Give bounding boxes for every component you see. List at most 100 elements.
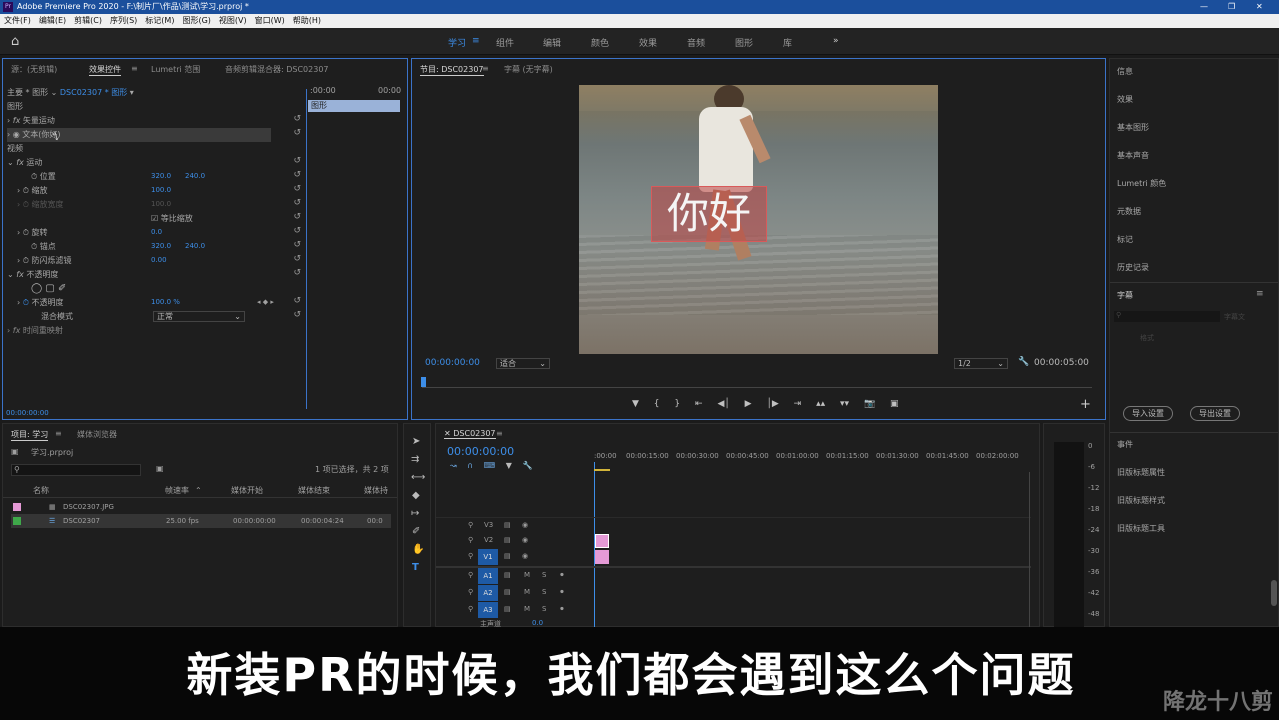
track-select-tool-icon[interactable]: ⇉ xyxy=(411,454,419,465)
ripple-edit-tool-icon[interactable]: ⟷ xyxy=(411,472,425,483)
time-remap-row[interactable]: › fx 时间重映射 xyxy=(7,324,63,338)
list-item[interactable]: ▦ DSC02307.JPG xyxy=(3,500,397,514)
header-media-start[interactable]: 媒体开始 xyxy=(231,484,263,498)
panel-item-info[interactable]: 信息 xyxy=(1117,66,1133,77)
workspace-color[interactable]: 颜色 xyxy=(591,36,609,49)
tab-timeline[interactable]: ✕ DSC02307 xyxy=(444,429,496,439)
motion-row[interactable]: ⌄ fx 运动 xyxy=(7,156,42,170)
list-item[interactable]: ☰ DSC02307 25.00 fps 00:00:00:00 00:00:0… xyxy=(11,514,391,528)
rect-mask-icon[interactable]: ▢ xyxy=(45,283,54,294)
workspace-assembly[interactable]: 组件 xyxy=(496,36,514,49)
lock-icon[interactable]: ⚲ xyxy=(468,536,473,544)
film-icon[interactable]: ▤ xyxy=(504,571,511,579)
position-y-value[interactable]: 240.0 xyxy=(185,172,205,180)
tab-source[interactable]: 源：(无剪辑) xyxy=(11,64,57,75)
close-icon[interactable]: ✕ xyxy=(1256,0,1263,14)
panel-menu-icon[interactable]: ≡ xyxy=(496,429,503,438)
mute-icon[interactable]: M xyxy=(524,605,530,613)
time-ruler[interactable]: :00:00 00:00:15:00 00:00:30:00 00:00:45:… xyxy=(594,452,1034,472)
program-video-frame[interactable]: 你好 xyxy=(579,85,938,354)
step-back-icon[interactable]: ◀│ xyxy=(717,399,729,409)
project-search-input[interactable]: ⚲ xyxy=(11,464,141,476)
effect-controls-timecode[interactable]: 00:00:00:00 xyxy=(6,409,49,417)
track-label[interactable]: A1 xyxy=(478,568,498,584)
anchor-y-value[interactable]: 240.0 xyxy=(185,242,205,250)
keyframe-divider[interactable] xyxy=(306,89,307,409)
position-x-value[interactable]: 320.0 xyxy=(151,172,171,180)
uniform-scale-checkbox[interactable]: ☑ 等比缩放 xyxy=(151,212,193,226)
track-label[interactable]: A2 xyxy=(478,585,498,601)
workspace-menu-icon[interactable]: ≡ xyxy=(472,36,480,46)
film-icon[interactable]: ▤ xyxy=(504,552,511,560)
reset-icon[interactable]: ↺ xyxy=(293,240,301,250)
rotation-value[interactable]: 0.0 xyxy=(151,228,162,236)
panel-item-lumetri-color[interactable]: Lumetri 颜色 xyxy=(1117,178,1166,189)
panel-item-metadata[interactable]: 元数据 xyxy=(1117,206,1141,217)
reset-icon[interactable]: ↺ xyxy=(293,310,301,320)
menu-markers[interactable]: 标记(M) xyxy=(145,16,174,25)
menu-help[interactable]: 帮助(H) xyxy=(293,16,321,25)
film-icon[interactable]: ▤ xyxy=(504,605,511,613)
restore-icon[interactable]: ❐ xyxy=(1228,0,1235,14)
program-timecode[interactable]: 00:00:00:00 xyxy=(425,358,480,368)
menu-sequence[interactable]: 序列(S) xyxy=(110,16,137,25)
panel-item-effects[interactable]: 效果 xyxy=(1117,94,1133,105)
track-label[interactable]: V1 xyxy=(478,549,498,565)
workspace-libraries[interactable]: 库 xyxy=(783,36,792,49)
workspace-effects[interactable]: 效果 xyxy=(639,36,657,49)
antiflicker-value[interactable]: 0.00 xyxy=(151,256,167,264)
blend-mode-select[interactable]: 正常 ⌄ xyxy=(153,311,245,322)
reset-icon[interactable]: ↺ xyxy=(293,114,301,124)
reset-icon[interactable]: ↺ xyxy=(293,212,301,222)
step-forward-icon[interactable]: │▶ xyxy=(766,399,778,409)
mic-icon[interactable]: ⚫ xyxy=(559,605,565,613)
tab-effect-controls[interactable]: 效果控件 xyxy=(89,64,121,76)
fit-select[interactable]: 适合 ⌄ xyxy=(496,358,550,369)
master-volume[interactable]: 0.0 xyxy=(532,619,543,627)
pen-tool-icon[interactable]: ✐ xyxy=(412,526,420,537)
mic-icon[interactable]: ⚫ xyxy=(559,588,565,596)
menu-edit[interactable]: 编辑(E) xyxy=(39,16,66,25)
extract-icon[interactable]: ▾▾ xyxy=(840,399,849,409)
home-icon[interactable]: ⌂ xyxy=(11,34,19,49)
header-media-duration[interactable]: 媒体持 xyxy=(364,484,388,498)
eye-icon[interactable]: ◉ xyxy=(522,536,528,544)
opacity-value[interactable]: 100.0 % xyxy=(151,298,180,306)
minimize-icon[interactable]: — xyxy=(1200,0,1208,14)
anchor-x-value[interactable]: 320.0 xyxy=(151,242,171,250)
panel-item-markers[interactable]: 标记 xyxy=(1117,234,1133,245)
panel-item-essential-sound[interactable]: 基本声音 xyxy=(1117,150,1149,161)
tab-project[interactable]: 项目: 学习 xyxy=(11,429,49,441)
panel-item-legacy-title-styles[interactable]: 旧版标题样式 xyxy=(1117,495,1165,506)
captions-search-input[interactable]: ⚲ xyxy=(1114,311,1220,322)
eye-icon[interactable]: ◉ xyxy=(522,521,528,529)
reset-icon[interactable]: ↺ xyxy=(293,170,301,180)
pen-mask-icon[interactable]: ✐ xyxy=(58,283,66,294)
panel-item-legacy-title-properties[interactable]: 旧版标题属性 xyxy=(1117,467,1165,478)
reset-icon[interactable]: ↺ xyxy=(293,254,301,264)
linked-selection-icon[interactable]: ⌨ xyxy=(484,461,496,470)
timeline-timecode[interactable]: 00:00:00:00 xyxy=(447,445,514,458)
header-fps[interactable]: 帧速率 xyxy=(165,484,189,498)
track-label[interactable]: V2 xyxy=(484,536,493,544)
selection-tool-icon[interactable]: ➤ xyxy=(412,436,420,447)
snap-icon[interactable]: ∩ xyxy=(467,461,473,470)
panel-menu-icon[interactable]: ≡ xyxy=(131,64,138,73)
header-media-end[interactable]: 媒体结束 xyxy=(298,484,330,498)
menu-view[interactable]: 视图(V) xyxy=(219,16,247,25)
new-bin-icon[interactable]: ▣ xyxy=(156,464,164,473)
lock-icon[interactable]: ⚲ xyxy=(468,521,473,529)
scale-value[interactable]: 100.0 xyxy=(151,186,171,194)
vertical-scrollbar[interactable] xyxy=(1029,472,1033,627)
mark-out-icon[interactable]: } xyxy=(674,399,680,409)
export-frame-icon[interactable]: 📷 xyxy=(864,399,875,409)
ellipse-mask-icon[interactable]: ◯ xyxy=(31,283,42,294)
workspace-editing[interactable]: 编辑 xyxy=(543,36,561,49)
keyframe-nav-icon[interactable]: ◂ ◆ ▸ xyxy=(257,298,274,306)
panel-item-history[interactable]: 历史记录 xyxy=(1117,262,1149,273)
add-marker-icon[interactable]: ▼ xyxy=(632,399,639,409)
panel-menu-icon[interactable]: ≡ xyxy=(1256,289,1264,299)
reset-icon[interactable]: ↺ xyxy=(293,128,301,138)
reset-icon[interactable]: ↺ xyxy=(293,268,301,278)
reset-icon[interactable]: ↺ xyxy=(293,198,301,208)
